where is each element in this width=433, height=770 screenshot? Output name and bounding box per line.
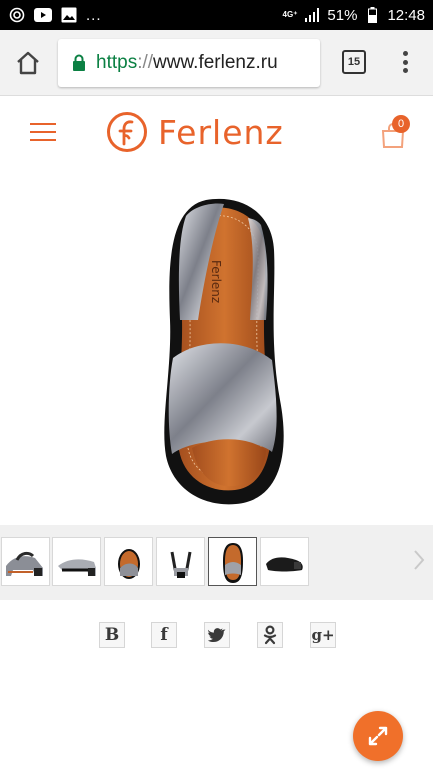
thumbnail-3[interactable]: [104, 537, 153, 586]
tab-switcher-button[interactable]: 15: [342, 50, 366, 74]
insole-brand-text: Ferlenz: [209, 260, 223, 303]
signal-icon: [303, 6, 321, 24]
thumbnail-5[interactable]: [208, 537, 257, 586]
browser-menu-button[interactable]: [395, 48, 415, 76]
youtube-icon: [34, 6, 52, 24]
status-bar: ... 4G⁺ 51% 12:48: [0, 0, 433, 30]
browser-toolbar: https://www.ferlenz.ru 15: [0, 30, 433, 96]
twitter-icon: [208, 627, 226, 642]
chevron-right-icon: [414, 550, 425, 570]
thumbnail-gallery: [0, 525, 433, 600]
address-bar[interactable]: https://www.ferlenz.ru: [58, 39, 320, 87]
expand-icon: [368, 726, 388, 746]
home-button[interactable]: [12, 47, 44, 79]
vk-icon: B: [104, 625, 120, 645]
facebook-share-button[interactable]: f: [151, 622, 177, 648]
menu-dot: [402, 59, 408, 65]
cart-button[interactable]: 0: [378, 115, 418, 151]
network-type: 4G⁺: [282, 10, 298, 19]
google-plus-icon: g+: [311, 626, 335, 644]
thumbnail-6[interactable]: [260, 537, 309, 586]
site-header: Ferlenz 0: [0, 97, 433, 169]
image-icon: [60, 6, 78, 24]
product-main-image[interactable]: Ferlenz: [36, 170, 398, 522]
hamburger-menu-icon[interactable]: [30, 123, 56, 141]
fullscreen-button[interactable]: [353, 711, 403, 761]
cart-count-badge: 0: [392, 115, 410, 133]
next-thumbnail-button[interactable]: [411, 547, 427, 573]
social-share-bar: B f g+: [0, 622, 433, 650]
clock: 12:48: [387, 6, 425, 24]
site-logo[interactable]: Ferlenz: [106, 111, 284, 153]
menu-dot: [402, 68, 408, 73]
facebook-icon: f: [160, 625, 168, 645]
url-host: www.ferlenz.ru: [153, 52, 278, 73]
lock-icon: [73, 54, 85, 71]
url-separator: ://: [137, 52, 154, 73]
thumbnail-1[interactable]: [1, 537, 50, 586]
logo-text: Ferlenz: [158, 112, 284, 152]
google-plus-share-button[interactable]: g+: [310, 622, 336, 648]
vk-share-button[interactable]: B: [99, 622, 125, 648]
battery-percent: 51%: [327, 6, 358, 24]
home-icon: [17, 51, 39, 75]
sandal-top-view-image: Ferlenz: [164, 198, 284, 505]
odnoklassniki-icon: [263, 625, 277, 645]
battery-icon: [363, 6, 381, 24]
ferlenz-logo-icon: [107, 112, 147, 152]
sync-icon: [8, 6, 26, 24]
more-notifications: ...: [86, 6, 102, 24]
twitter-share-button[interactable]: [204, 622, 230, 648]
thumbnail-2[interactable]: [52, 537, 101, 586]
odnoklassniki-share-button[interactable]: [257, 622, 283, 648]
menu-dot: [402, 51, 408, 56]
thumbnail-4[interactable]: [156, 537, 205, 586]
url-scheme: https: [96, 52, 138, 73]
